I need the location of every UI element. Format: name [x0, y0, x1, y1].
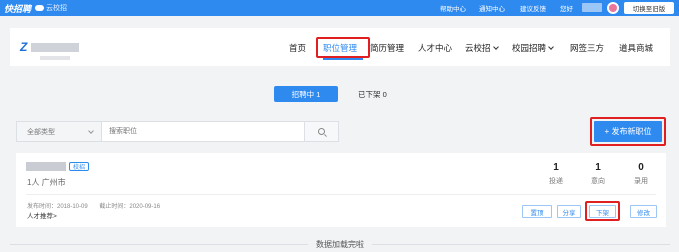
nav-props-store[interactable]: 道具商城: [619, 42, 653, 54]
stat-intentions[interactable]: 1 意向: [583, 162, 613, 186]
pin-top-button[interactable]: 置顶: [522, 205, 552, 218]
job-type-select[interactable]: 全部类型: [16, 121, 102, 142]
chevron-down-icon: [548, 44, 554, 50]
campus-tag: 校招: [69, 162, 90, 171]
nav-talent-center[interactable]: 人才中心: [418, 42, 452, 54]
feedback-link[interactable]: 建议反馈: [520, 3, 546, 13]
chevron-down-icon: [492, 44, 499, 50]
list-footer: 数据加载完啦: [0, 238, 679, 250]
nav-campus-recruit[interactable]: 校园招聘: [512, 42, 554, 54]
switch-old-version-button[interactable]: 切换至旧版: [624, 2, 674, 14]
main-header: Z 首页 职位管理 简历管理 人才中心 云校招 校园招聘 网签三方 道具商城: [10, 28, 670, 66]
company-subname-blurred: [40, 56, 70, 60]
search-input[interactable]: [102, 121, 305, 142]
logo-sub: 云校招: [35, 3, 67, 13]
stat-applications-value: 1: [553, 162, 559, 173]
chevron-down-icon: [88, 128, 94, 134]
logo[interactable]: 快招聘 云校招: [4, 2, 67, 14]
job-meta: 1人 广州市: [27, 178, 66, 187]
edit-button[interactable]: 修改: [630, 205, 657, 218]
stat-hired-value: 0: [638, 162, 644, 173]
job-dates: 发布时间：2018-10-09 截止时间：2020-09-16: [27, 201, 170, 210]
card-divider: [26, 194, 656, 195]
nav-campus-recruit-label: 校园招聘: [512, 43, 547, 53]
brand-mark: Z: [20, 40, 28, 54]
logo-sub-label: 云校招: [46, 5, 68, 12]
job-title-blurred[interactable]: [26, 162, 66, 171]
company-name-blurred: [31, 42, 80, 52]
nav-resume-management[interactable]: 简历管理: [370, 42, 404, 54]
nav-home[interactable]: 首页: [289, 42, 306, 54]
nav-highlight-box: [316, 37, 370, 58]
nav-active-underline: [323, 58, 363, 60]
help-center-link[interactable]: 帮助中心: [440, 3, 466, 13]
job-card: 校招 1人 广州市 1 投递 1 意向 0 录用 发布时间：2018-10-09…: [16, 153, 666, 227]
nav-tripartite[interactable]: 网签三方: [570, 42, 604, 54]
search-button[interactable]: [305, 121, 339, 142]
cloud-icon: [35, 5, 45, 11]
company-brand[interactable]: Z: [20, 40, 80, 54]
notification-center-link[interactable]: 通知中心: [479, 3, 505, 13]
stat-intentions-value: 1: [595, 162, 601, 173]
logo-text: 快招聘: [4, 3, 32, 14]
end-date: 截止时间：2020-09-16: [99, 204, 161, 210]
nav-cloud-campus[interactable]: 云校招: [465, 42, 499, 54]
offline-highlight-box: [585, 201, 620, 221]
username-blurred: [582, 3, 602, 12]
load-complete-text: 数据加载完啦: [316, 240, 364, 249]
avatar-icon: [609, 4, 617, 12]
tab-offline[interactable]: 已下架 0: [358, 89, 387, 100]
avatar[interactable]: [607, 2, 619, 14]
search-row: 全部类型: [16, 121, 339, 142]
stat-applications[interactable]: 1 投递: [541, 162, 571, 186]
stat-applications-label: 投递: [549, 178, 563, 185]
talent-recommend-link[interactable]: 人才推荐>: [27, 210, 57, 220]
top-bar: 快招聘 云校招 帮助中心 通知中心 建议反馈 您好 切换至旧版: [0, 0, 679, 16]
greeting-text: 您好: [560, 6, 573, 13]
job-type-value: 全部类型: [27, 128, 55, 136]
footer-line-left: [10, 244, 308, 245]
stat-intentions-label: 意向: [591, 178, 605, 185]
share-button[interactable]: 分享: [557, 205, 581, 218]
search-icon: [318, 128, 325, 135]
footer-line-right: [372, 244, 670, 245]
nav-cloud-campus-label: 云校招: [465, 43, 491, 53]
publish-new-job-button[interactable]: + 发布新职位: [594, 121, 662, 142]
stat-hired[interactable]: 0 录用: [626, 162, 656, 186]
tab-recruiting[interactable]: 招聘中 1: [274, 86, 338, 102]
stat-hired-label: 录用: [634, 178, 648, 185]
